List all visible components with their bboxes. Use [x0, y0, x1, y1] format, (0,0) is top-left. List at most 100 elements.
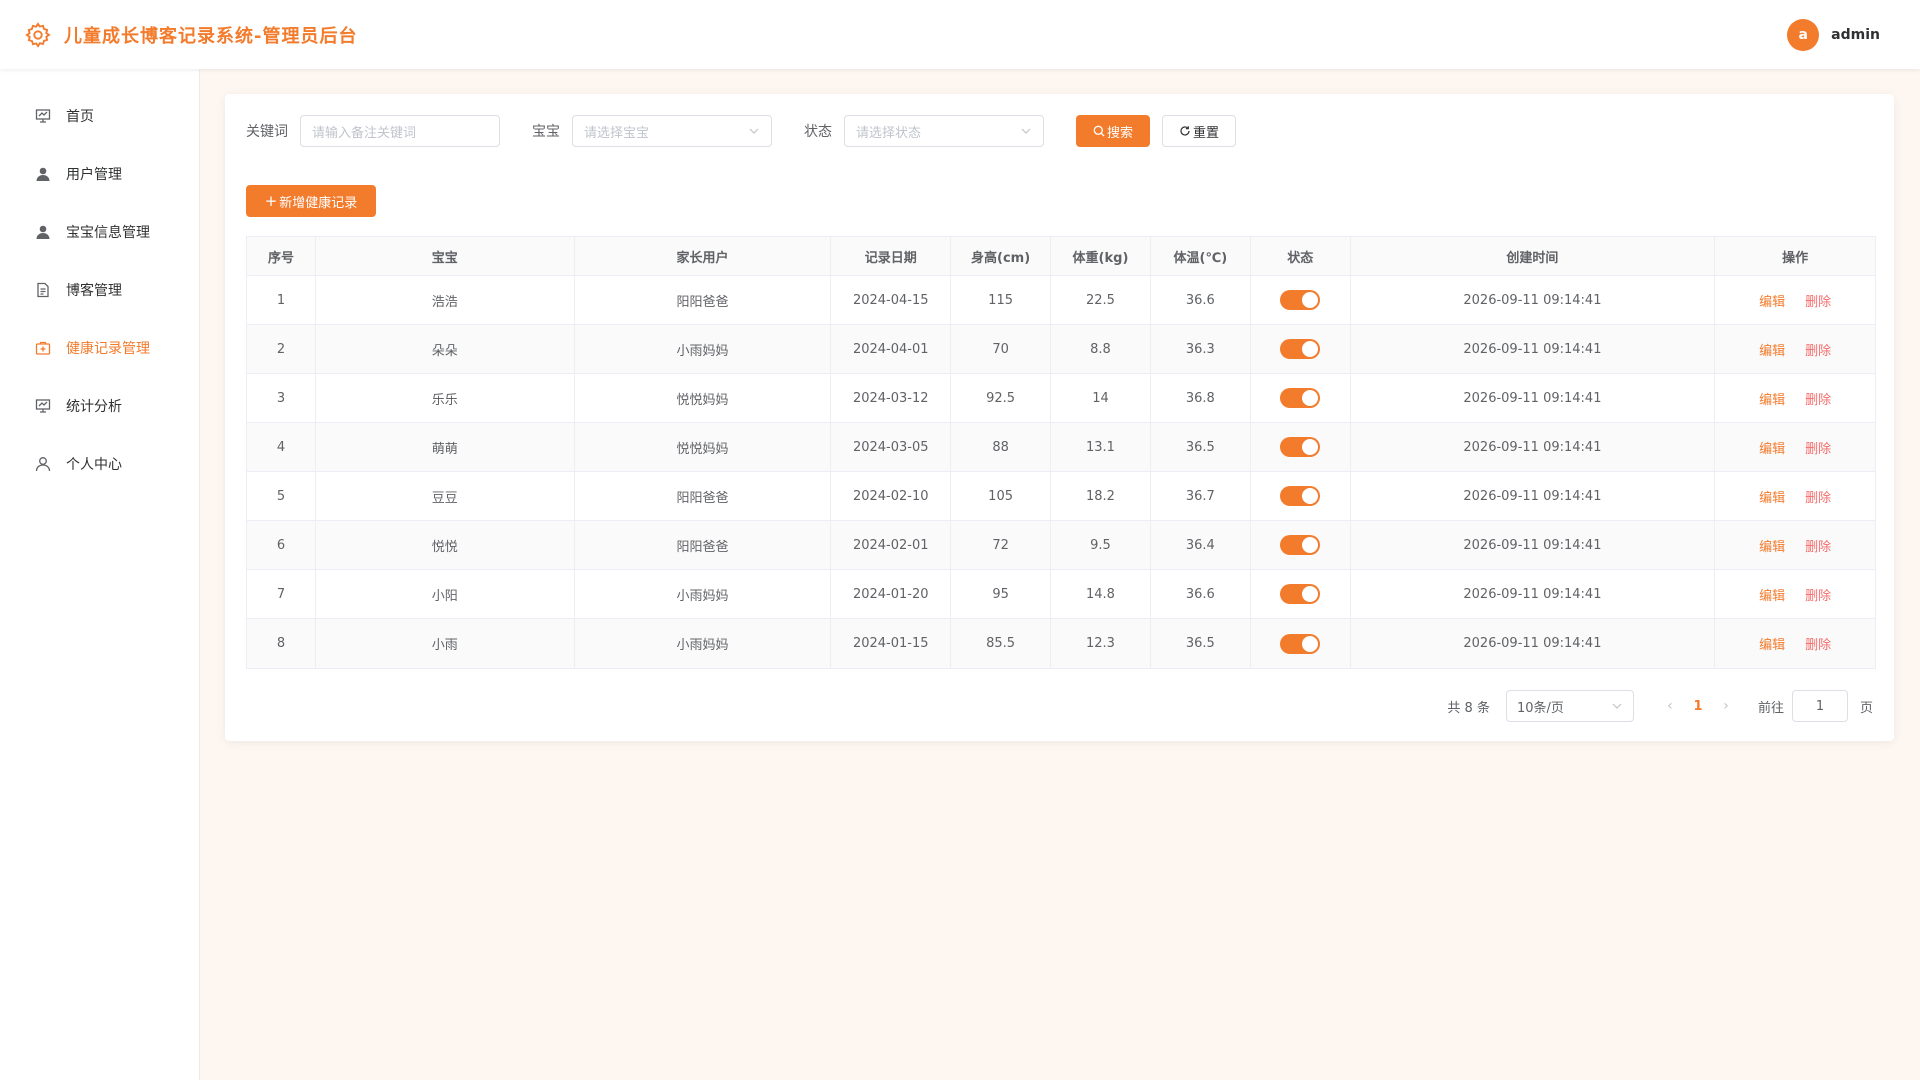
- user-menu[interactable]: a admin: [1787, 18, 1880, 51]
- page-size-select[interactable]: 10条/页: [1505, 690, 1634, 722]
- temperature-cell: 36.7: [1151, 472, 1251, 520]
- baby-cell: 悦悦: [316, 521, 575, 569]
- temperature-cell: 36.8: [1151, 374, 1251, 422]
- edit-button[interactable]: 编辑: [1759, 585, 1785, 604]
- status-cell: [1251, 472, 1351, 520]
- table-header-row: 序号 宝宝 家长用户 记录日期 身高(cm) 体重(kg) 体温(℃) 状态 创…: [247, 237, 1875, 276]
- sidebar-item-health-records[interactable]: 健康记录管理: [0, 319, 199, 377]
- avatar[interactable]: a: [1787, 18, 1820, 51]
- edit-button[interactable]: 编辑: [1759, 291, 1785, 310]
- plus-icon: +: [264, 191, 278, 210]
- status-cell: [1251, 570, 1351, 618]
- sidebar-item-home[interactable]: 首页: [0, 87, 199, 145]
- edit-button[interactable]: 编辑: [1759, 438, 1785, 457]
- weight-cell: 9.5: [1051, 521, 1151, 569]
- username[interactable]: admin: [1831, 27, 1880, 43]
- edit-button[interactable]: 编辑: [1759, 340, 1785, 359]
- status-toggle[interactable]: [1280, 584, 1321, 604]
- sidebar-item-blogs[interactable]: 博客管理: [0, 261, 199, 319]
- column-header: 序号: [247, 237, 316, 275]
- delete-button[interactable]: 删除: [1805, 585, 1831, 604]
- baby-placeholder: 请选择宝宝: [584, 125, 650, 141]
- page-jump-input[interactable]: 1: [1791, 690, 1848, 722]
- chevron-down-icon: [1021, 128, 1031, 134]
- row-number-cell: 4: [247, 423, 316, 471]
- temperature-cell: 36.6: [1151, 570, 1251, 618]
- table-row: 1 浩浩 阳阳爸爸 2024-04-15 115 22.5 36.6 2026-09-11 0…: [247, 276, 1875, 325]
- column-header: 操作: [1782, 250, 1809, 266]
- weight-cell: 14: [1051, 374, 1151, 422]
- parent-cell: 小雨妈妈: [575, 570, 832, 618]
- record-date-cell: 2024-02-01: [831, 521, 952, 569]
- add-health-record-button[interactable]: + 新增健康记录: [246, 185, 376, 217]
- sidebar-item-baby-info[interactable]: 宝宝信息管理: [0, 203, 199, 261]
- baby-cell: 浩浩: [316, 276, 575, 324]
- row-number-cell: 3: [247, 374, 316, 422]
- next-page-button[interactable]: ›: [1714, 698, 1738, 714]
- search-button-label: 搜索: [1106, 125, 1133, 141]
- delete-button[interactable]: 删除: [1805, 340, 1831, 359]
- row-number-cell: 7: [247, 570, 316, 618]
- actions-cell: 编辑 删除: [1715, 423, 1875, 471]
- status-toggle[interactable]: [1280, 388, 1321, 408]
- page-size-value: 10条/页: [1516, 700, 1564, 716]
- delete-button[interactable]: 删除: [1805, 634, 1831, 653]
- baby-label: 宝宝: [532, 124, 560, 140]
- user-outline-icon: [34, 455, 52, 473]
- sidebar-item-profile[interactable]: 个人中心: [0, 435, 199, 493]
- medical-kit-icon: [34, 339, 52, 357]
- record-date-cell: 2024-01-15: [831, 619, 952, 668]
- created-time-cell: 2026-09-11 09:14:41: [1351, 276, 1716, 324]
- baby-select[interactable]: 请选择宝宝: [572, 115, 772, 147]
- temperature-cell: 36.6: [1151, 276, 1251, 324]
- status-toggle[interactable]: [1280, 290, 1321, 310]
- parent-cell: 阳阳爸爸: [575, 472, 832, 520]
- edit-button[interactable]: 编辑: [1759, 389, 1785, 408]
- status-select[interactable]: 请选择状态: [844, 115, 1044, 147]
- filter-bar: 关键词 请输入备注关键词 宝宝 请选择宝宝 状态 请选择状态 搜索 重置: [246, 115, 1236, 147]
- app-title: 儿童成长博客记录系统-管理员后台: [64, 25, 358, 47]
- parent-cell: 阳阳爸爸: [575, 276, 832, 324]
- edit-button[interactable]: 编辑: [1759, 536, 1785, 555]
- created-time-cell: 2026-09-11 09:14:41: [1351, 472, 1716, 520]
- actions-cell: 编辑 删除: [1715, 619, 1875, 668]
- prev-page-button[interactable]: ‹: [1658, 698, 1682, 714]
- baby-cell: 小雨: [316, 619, 575, 668]
- delete-button[interactable]: 删除: [1805, 291, 1831, 310]
- status-toggle[interactable]: [1280, 633, 1321, 654]
- sidebar-item-statistics[interactable]: 统计分析: [0, 377, 199, 435]
- sidebar-item-label: 健康记录管理: [66, 341, 150, 357]
- status-toggle[interactable]: [1280, 486, 1321, 506]
- add-button-label: 新增健康记录: [279, 195, 358, 211]
- parent-cell: 悦悦妈妈: [575, 423, 832, 471]
- height-cell: 115: [951, 276, 1052, 324]
- delete-button[interactable]: 删除: [1805, 536, 1831, 555]
- health-records-table: 序号 宝宝 家长用户 记录日期 身高(cm) 体重(kg) 体温(℃) 状态 创…: [246, 236, 1876, 669]
- delete-button[interactable]: 删除: [1805, 438, 1831, 457]
- row-number-cell: 6: [247, 521, 316, 569]
- delete-button[interactable]: 删除: [1805, 487, 1831, 506]
- actions-cell: 编辑 删除: [1715, 276, 1875, 324]
- table-body: 1 浩浩 阳阳爸爸 2024-04-15 115 22.5 36.6 2026-09-11 0…: [247, 276, 1875, 668]
- column-header: 家长用户: [575, 237, 832, 275]
- search-button[interactable]: 搜索: [1076, 115, 1150, 147]
- reset-button[interactable]: 重置: [1162, 115, 1236, 147]
- keyword-input[interactable]: 请输入备注关键词: [300, 115, 500, 147]
- baby-cell: 小阳: [316, 570, 575, 618]
- height-cell: 95: [951, 570, 1052, 618]
- edit-button[interactable]: 编辑: [1759, 634, 1785, 653]
- weight-cell: 18.2: [1051, 472, 1151, 520]
- table-row: 5 豆豆 阳阳爸爸 2024-02-10 105 18.2 36.7 2026-09-11 0…: [247, 472, 1875, 521]
- status-toggle[interactable]: [1280, 339, 1321, 359]
- page-number[interactable]: 1: [1682, 699, 1714, 714]
- status-toggle[interactable]: [1280, 535, 1321, 555]
- status-toggle[interactable]: [1280, 437, 1321, 457]
- record-date-cell: 2024-04-01: [831, 325, 952, 373]
- sidebar-item-label: 博客管理: [66, 283, 122, 299]
- baby-cell: 朵朵: [316, 325, 575, 373]
- keyword-label: 关键词: [246, 124, 288, 140]
- search-icon: [1093, 125, 1105, 137]
- sidebar-item-users[interactable]: 用户管理: [0, 145, 199, 203]
- delete-button[interactable]: 删除: [1805, 389, 1831, 408]
- edit-button[interactable]: 编辑: [1759, 487, 1785, 506]
